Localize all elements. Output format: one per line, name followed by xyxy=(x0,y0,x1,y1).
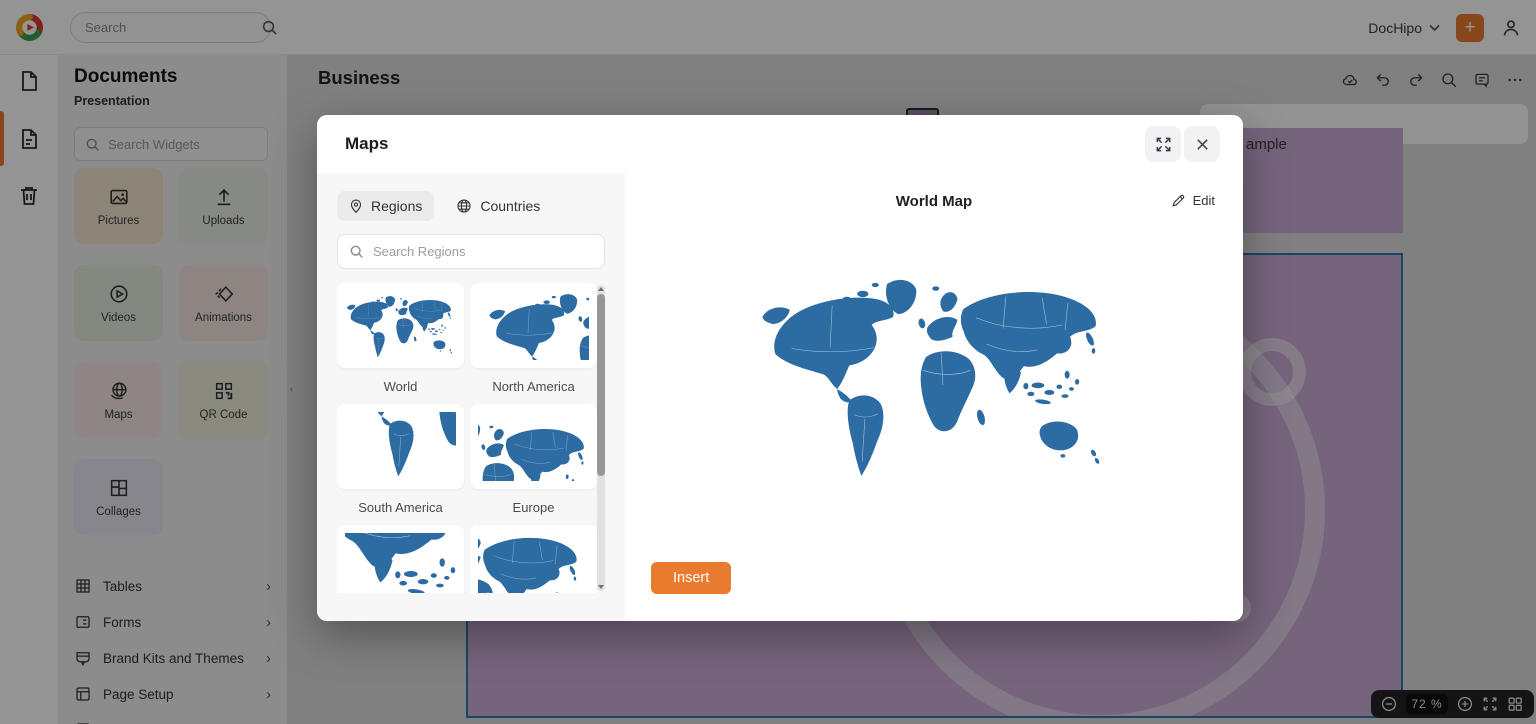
edit-map-button[interactable]: Edit xyxy=(1171,193,1215,208)
region-search xyxy=(337,234,605,269)
modal-header: Maps xyxy=(317,115,1243,173)
tab-label: Countries xyxy=(480,198,541,214)
tab-countries[interactable]: Countries xyxy=(444,191,552,221)
north-america-map-thumb xyxy=(489,294,589,360)
world-map-preview[interactable] xyxy=(756,259,1112,489)
tab-regions[interactable]: Regions xyxy=(337,191,435,221)
preview-title: World Map xyxy=(895,193,973,210)
tab-label: Regions xyxy=(371,198,423,214)
map-thumbnail-list: World North America South America Europe xyxy=(337,283,605,593)
map-item-world[interactable]: World xyxy=(337,283,464,404)
southeast-asia-map-thumb xyxy=(345,533,456,593)
scroll-down-arrow-icon[interactable] xyxy=(598,585,604,589)
maps-list-panel: Regions Countries World xyxy=(317,173,625,621)
close-icon xyxy=(1195,137,1210,152)
scrollbar-thumb[interactable] xyxy=(597,294,605,476)
scroll-up-arrow-icon[interactable] xyxy=(598,287,604,291)
thumbnail-scrollbar[interactable] xyxy=(597,285,605,591)
map-pin-icon xyxy=(349,198,363,214)
expand-modal-button[interactable] xyxy=(1145,126,1181,162)
asia-map-thumb xyxy=(478,533,580,593)
map-item-asia[interactable] xyxy=(470,525,597,593)
map-item-north-america[interactable]: North America xyxy=(470,283,597,404)
map-preview-panel: World Map Edit Insert xyxy=(625,173,1243,621)
map-item-label: South America xyxy=(358,499,443,515)
insert-button[interactable]: Insert xyxy=(651,562,732,594)
modal-title: Maps xyxy=(345,134,389,153)
region-search-input[interactable] xyxy=(373,244,593,259)
map-item-label: North America xyxy=(492,378,575,394)
search-icon xyxy=(349,244,364,259)
map-item-europe[interactable]: Europe xyxy=(470,404,597,525)
south-america-map-thumb xyxy=(345,412,456,477)
close-modal-button[interactable] xyxy=(1184,126,1220,162)
expand-icon xyxy=(1154,135,1173,154)
maps-tabs: Regions Countries xyxy=(337,191,605,221)
map-item-label: World xyxy=(383,378,418,394)
maps-modal: Maps Regions Countries Search Regions Wo… xyxy=(317,115,1243,621)
europe-map-thumb xyxy=(478,421,587,481)
world-map-thumb xyxy=(346,296,453,358)
pencil-icon xyxy=(1171,193,1186,208)
map-item-label: Europe xyxy=(512,499,555,515)
globe-icon xyxy=(456,198,472,214)
map-item-southeast-asia[interactable] xyxy=(337,525,464,593)
edit-label: Edit xyxy=(1192,193,1215,208)
map-item-south-america[interactable]: South America xyxy=(337,404,464,525)
